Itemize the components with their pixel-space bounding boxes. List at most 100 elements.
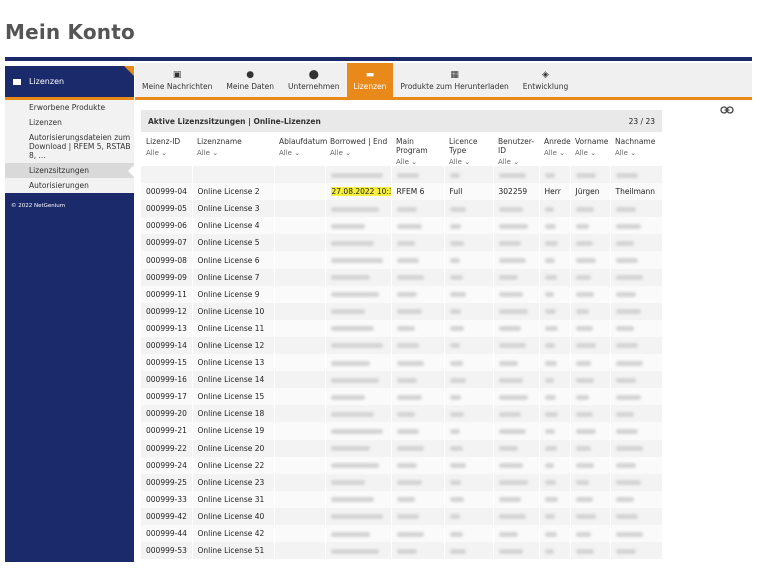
table-cell: Online License 12	[192, 336, 275, 355]
table-row[interactable]: 000999-21 Online License 19	[141, 422, 663, 440]
link-icon[interactable]	[720, 105, 734, 115]
redacted-value	[449, 275, 463, 281]
panel-title: Aktive Lizenzsitzungen | Online-Lizenzen	[148, 116, 321, 126]
table-row[interactable]: 000999-44 Online License 42	[141, 524, 663, 543]
redacted-value	[396, 411, 415, 417]
table-row[interactable]: 000999-11 Online License 9	[141, 285, 663, 303]
table-row[interactable]: 000999-04 Online License 2 27.08.2022 10:3…	[141, 183, 663, 201]
column-filter-dropdown[interactable]: Alle ⌄	[498, 158, 539, 166]
table-cell	[391, 200, 445, 218]
table-row[interactable]: 000999-53 Online License 51	[141, 542, 663, 560]
table-cell	[391, 524, 445, 543]
redacted-value	[449, 360, 463, 366]
column-header[interactable]: Lizenz-ID Alle ⌄	[141, 132, 192, 166]
redacted-value	[575, 394, 589, 400]
table-cell	[391, 405, 445, 423]
sidebar-item[interactable]: Lizenzsitzungen	[5, 163, 135, 178]
table-cell: Online License 19	[192, 422, 275, 440]
column-header[interactable]: Lizenzname Alle ⌄	[192, 132, 274, 166]
tab-meine-nachrichten[interactable]: ▣ Meine Nachrichten	[135, 63, 219, 97]
table-cell	[610, 405, 663, 423]
redacted-value	[330, 463, 379, 469]
table-cell	[570, 490, 611, 508]
table-cell	[325, 251, 392, 269]
column-filter-dropdown[interactable]: Alle ⌄	[279, 149, 325, 157]
tab-lizenzen[interactable]: ▬ Lizenzen	[346, 63, 394, 97]
tab-meine-daten[interactable]: ● Meine Daten	[219, 63, 281, 97]
redacted-value	[498, 514, 526, 520]
column-filter-dropdown[interactable]: Alle ⌄	[449, 158, 493, 166]
redacted-value	[449, 292, 466, 298]
table-row[interactable]: 000999-08 Online License 6	[141, 251, 663, 269]
table-cell	[274, 456, 326, 474]
redacted-value	[330, 428, 384, 434]
column-filter-dropdown[interactable]: Alle ⌄	[544, 149, 570, 157]
redacted-value	[449, 463, 466, 469]
column-header[interactable]: Licence Type Alle ⌄	[444, 132, 493, 166]
sidebar-item[interactable]: Autorisierungen	[5, 178, 134, 193]
table-cell	[539, 354, 571, 372]
redacted-value	[544, 206, 554, 212]
redacted-value	[396, 394, 422, 400]
table-row[interactable]: 000999-22 Online License 20	[141, 439, 663, 457]
table-row[interactable]: 000999-09 Online License 7	[141, 268, 663, 286]
license-id: 000999-44	[146, 529, 187, 539]
tab-unternehmen[interactable]: ⬤ Unternehmen	[281, 63, 347, 97]
redacted-value	[498, 240, 521, 246]
table-row[interactable]: 000999-33 Online License 31	[141, 490, 663, 508]
table-row[interactable]: 000999-16 Online License 14	[141, 371, 663, 389]
table-cell	[274, 319, 326, 337]
table-cell	[539, 268, 571, 286]
table-row[interactable]: 000999-07 Online License 5	[141, 234, 663, 252]
column-header[interactable]: Borrowed | End Alle ⌄	[325, 132, 391, 166]
redacted-value	[498, 258, 526, 264]
table-cell: 000999-04	[141, 183, 193, 201]
license-card-icon: ▬	[365, 69, 375, 80]
column-header[interactable]: Main Program Alle ⌄	[391, 132, 444, 166]
license-id: 000999-17	[146, 392, 187, 402]
column-header[interactable]: Anrede Alle ⌄	[539, 132, 571, 166]
table-row[interactable]: 000999-42 Online License 40	[141, 507, 663, 525]
tab-produkte-zum-herunterladen[interactable]: ▦ Produkte zum Herunterladen	[393, 63, 515, 97]
sidebar-item[interactable]: Lizenzen	[5, 115, 134, 130]
table-cell	[539, 234, 571, 252]
table-row[interactable]: 000999-13 Online License 11	[141, 319, 663, 337]
column-filter-dropdown[interactable]: Alle ⌄	[575, 149, 610, 157]
tab-entwicklung[interactable]: ◈ Entwicklung	[516, 63, 575, 97]
table-cell	[610, 439, 663, 457]
table-row[interactable]	[141, 166, 663, 184]
redacted-value	[449, 258, 460, 264]
table-cell	[325, 405, 392, 423]
column-filter-dropdown[interactable]: Alle ⌄	[330, 149, 391, 157]
column-header[interactable]: Nachname Alle ⌄	[610, 132, 662, 166]
license-name: Online License 23	[197, 477, 265, 487]
license-name: Online License 31	[197, 494, 265, 504]
table-row[interactable]: 000999-12 Online License 10	[141, 302, 663, 320]
table-row[interactable]: 000999-15 Online License 13	[141, 354, 663, 372]
sidebar-item[interactable]: Erworbene Produkte	[5, 100, 134, 115]
table-cell	[391, 490, 445, 508]
column-filter-dropdown[interactable]: Alle ⌄	[146, 149, 192, 157]
table-row[interactable]: 000999-14 Online License 12	[141, 336, 663, 355]
sidebar-item-label: Erworbene Produkte	[29, 103, 106, 112]
column-header[interactable]: Benutzer-ID Alle ⌄	[493, 132, 539, 166]
column-filter-dropdown[interactable]: Alle ⌄	[396, 158, 444, 166]
table-row[interactable]: 000999-05 Online License 3	[141, 200, 663, 218]
table-row[interactable]: 000999-24 Online License 22	[141, 456, 663, 474]
column-header[interactable]: Vorname Alle ⌄	[570, 132, 610, 166]
column-header[interactable]: Ablaufdatum Alle ⌄	[274, 132, 327, 166]
table-row[interactable]: 000999-17 Online License 15	[141, 388, 663, 406]
table-cell	[610, 251, 663, 269]
table-row[interactable]: 000999-25 Online License 23	[141, 473, 663, 491]
table-row[interactable]: 000999-06 Online License 4	[141, 217, 663, 235]
column-filter-dropdown[interactable]: Alle ⌄	[615, 149, 662, 157]
column-filter-dropdown[interactable]: Alle ⌄	[197, 149, 274, 157]
table-row[interactable]: 000999-20 Online License 18	[141, 405, 663, 423]
column-label: Main Program	[396, 137, 428, 155]
license-id: 000999-20	[146, 409, 187, 419]
column-label: Lizenzname	[197, 137, 242, 146]
table-cell: Online License 22	[192, 456, 275, 474]
sidebar-item[interactable]: Autorisierungsdateien zum Download | RFE…	[5, 130, 134, 163]
redacted-value	[396, 172, 420, 178]
sidebar-header[interactable]: Lizenzen	[5, 66, 134, 97]
